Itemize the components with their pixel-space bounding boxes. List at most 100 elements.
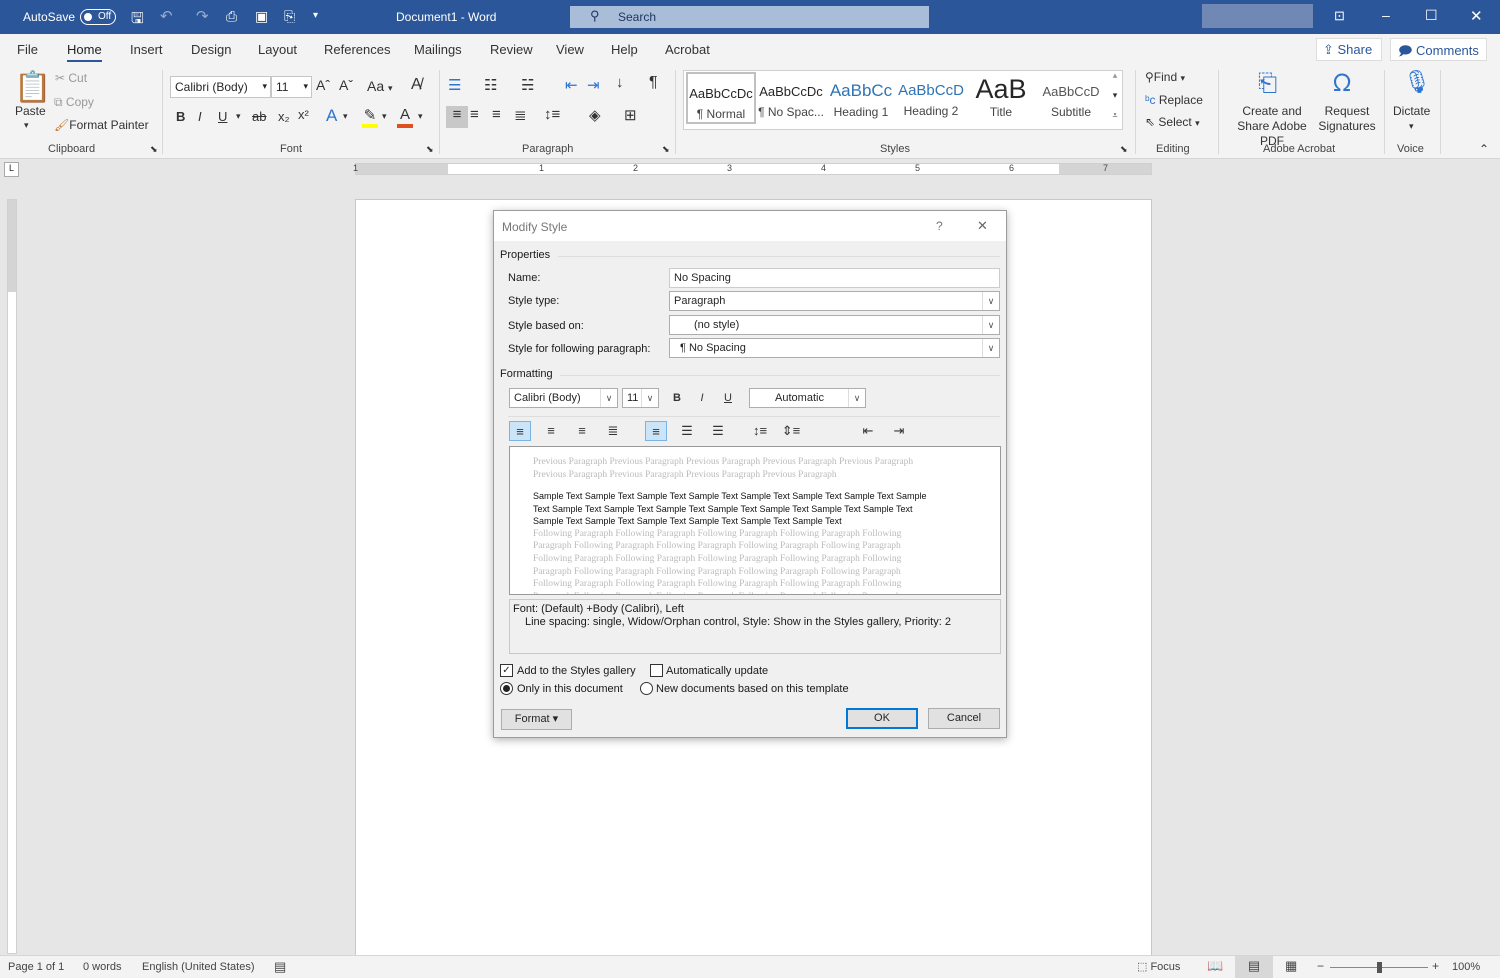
save-icon[interactable]: 🖫 — [131, 8, 144, 33]
style-heading-2[interactable]: AaBbCcD Heading 2 — [896, 72, 966, 124]
shrink-font-icon[interactable]: Aˇ — [339, 77, 353, 93]
sort-icon[interactable]: ↓ — [616, 74, 624, 91]
line-spacing-icon[interactable]: ↕≡ — [544, 106, 560, 123]
decrease-indent-icon[interactable]: ⇤ — [857, 421, 879, 441]
page-count[interactable]: Page 1 of 1 — [8, 961, 64, 973]
zoom-out-button[interactable]: − — [1317, 959, 1324, 973]
text-effects-icon[interactable]: A — [326, 106, 337, 126]
search-box[interactable]: ⚲ Search — [570, 6, 929, 28]
bold-button[interactable]: B — [176, 109, 185, 124]
font-color-icon[interactable]: A — [397, 106, 413, 128]
dialog-launcher-icon[interactable]: ⬊ — [150, 144, 158, 155]
style-based-on-select[interactable]: (no style) ∨ — [669, 315, 1000, 335]
style-title[interactable]: AaB Title — [966, 72, 1036, 124]
chevron-down-icon[interactable]: ▾ — [1409, 121, 1414, 132]
tab-design[interactable]: Design — [191, 42, 231, 57]
chevron-down-icon[interactable]: ▾ — [418, 111, 423, 122]
contact-icon[interactable]: ▣ — [255, 8, 268, 25]
copy-button[interactable]: ⧉ Copy — [54, 95, 94, 110]
single-spacing-button[interactable]: ≡ — [645, 421, 667, 441]
find-button[interactable]: ⚲Find ▾ — [1145, 70, 1185, 84]
tab-acrobat[interactable]: Acrobat — [665, 42, 710, 57]
increase-paragraph-spacing-icon[interactable]: ↕≡ — [749, 421, 771, 441]
zoom-in-button[interactable]: + — [1432, 959, 1439, 973]
zoom-slider[interactable] — [1330, 962, 1428, 973]
style-heading-1[interactable]: AaBbCc Heading 1 — [826, 72, 896, 124]
strikethrough-button[interactable]: ab — [252, 109, 266, 124]
collapse-ribbon-icon[interactable]: ⌃ — [1479, 142, 1489, 156]
horizontal-ruler[interactable]: 1 1 2 3 4 5 6 7 — [353, 163, 1152, 175]
dialog-font-select[interactable]: Calibri (Body) ∨ — [509, 388, 618, 408]
increase-indent-icon[interactable]: ⇥ — [587, 76, 600, 94]
underline-dropdown-icon[interactable]: ▾ — [236, 111, 241, 122]
chevron-down-icon[interactable]: ▾ — [382, 111, 387, 122]
auto-update-checkbox[interactable] — [650, 664, 663, 677]
tab-file[interactable]: File — [17, 42, 38, 57]
customize-toolbar-icon[interactable]: ▾ — [313, 10, 318, 21]
show-marks-icon[interactable]: ¶ — [649, 74, 658, 92]
dialog-bold-button[interactable]: B — [666, 388, 688, 408]
dialog-italic-button[interactable]: I — [691, 388, 713, 408]
new-documents-radio[interactable] — [640, 682, 653, 695]
only-this-document-radio[interactable] — [500, 682, 513, 695]
superscript-button[interactable]: x² — [298, 107, 309, 122]
style-subtitle[interactable]: AaBbCcD Subtitle — [1036, 72, 1106, 124]
tab-view[interactable]: View — [556, 42, 584, 57]
dialog-close-button[interactable]: ✕ — [977, 218, 988, 234]
italic-button[interactable]: I — [198, 109, 202, 124]
dialog-underline-button[interactable]: U — [717, 388, 739, 408]
focus-button[interactable]: ⬚ Focus — [1137, 960, 1180, 973]
numbering-icon[interactable]: ☷ — [484, 76, 497, 94]
web-layout-icon[interactable]: ▦ — [1285, 958, 1297, 974]
help-button[interactable]: ? — [936, 219, 943, 233]
signature-icon[interactable]: ᘯ — [1333, 70, 1351, 98]
following-paragraph-select[interactable]: ¶ No Spacing ∨ — [669, 338, 1000, 358]
style-normal[interactable]: AaBbCcDc ¶ Normal — [686, 72, 756, 124]
dialog-launcher-icon[interactable]: ⬊ — [426, 144, 434, 155]
print-icon[interactable]: ⎙ — [226, 8, 237, 25]
font-size-combo[interactable]: 11 ▾ — [271, 76, 312, 98]
paste-icon[interactable]: 📋 — [14, 70, 51, 105]
dialog-align-right-button[interactable]: ≡ — [571, 421, 593, 441]
more-styles-icon[interactable]: ⩡ — [1108, 110, 1122, 121]
change-case-button[interactable]: Aa ▾ — [367, 78, 393, 94]
vertical-ruler[interactable] — [7, 199, 17, 954]
create-pdf-icon[interactable]: ⎗ — [1258, 70, 1277, 98]
tab-layout[interactable]: Layout — [258, 42, 297, 57]
zoom-level[interactable]: 100% — [1452, 961, 1480, 973]
dialog-size-select[interactable]: 11 ∨ — [622, 388, 659, 408]
dialog-align-center-button[interactable]: ≡ — [540, 421, 562, 441]
dialog-align-left-button[interactable]: ≡ — [509, 421, 531, 441]
clear-formatting-icon[interactable]: A̸ — [411, 76, 422, 94]
scroll-up-icon[interactable]: ▴ — [1108, 70, 1122, 81]
tab-home[interactable]: Home — [67, 42, 102, 62]
account-avatar[interactable] — [1202, 4, 1313, 28]
paste-dropdown-icon[interactable]: ▾ — [24, 120, 29, 131]
chevron-down-icon[interactable]: ▾ — [343, 111, 348, 122]
tab-selector[interactable]: L — [4, 162, 19, 177]
subscript-button[interactable]: x₂ — [278, 109, 290, 124]
highlight-icon[interactable]: ✎ — [362, 106, 378, 128]
tab-mailings[interactable]: Mailings — [414, 42, 462, 57]
minimize-icon[interactable]: – — [1382, 7, 1390, 23]
ribbon-display-icon[interactable]: ⊡ — [1334, 8, 1345, 24]
name-input[interactable]: No Spacing — [669, 268, 1000, 288]
dialog-launcher-icon[interactable]: ⬊ — [662, 144, 670, 155]
decrease-paragraph-spacing-icon[interactable]: ⇕≡ — [780, 421, 802, 441]
double-spacing-button[interactable]: ☰ — [707, 421, 729, 441]
decrease-indent-icon[interactable]: ⇤ — [565, 76, 578, 94]
tab-help[interactable]: Help — [611, 42, 638, 57]
style-no-spacing[interactable]: AaBbCcDc ¶ No Spac... — [756, 72, 826, 124]
tab-references[interactable]: References — [324, 42, 390, 57]
shading-icon[interactable]: ◈ — [589, 106, 601, 124]
font-color-select[interactable]: Automatic ∨ — [749, 388, 866, 408]
print-preview-icon[interactable]: ⎘ — [284, 8, 295, 25]
format-painter-button[interactable]: 🖌Format Painter — [54, 118, 149, 132]
share-button[interactable]: ⇪ Share — [1316, 38, 1382, 61]
dialog-justify-button[interactable]: ≣ — [602, 421, 624, 441]
dialog-launcher-icon[interactable]: ⬊ — [1120, 144, 1128, 155]
bullets-icon[interactable]: ☰ — [448, 76, 461, 94]
zoom-slider-thumb[interactable] — [1377, 962, 1382, 973]
underline-button[interactable]: U — [218, 109, 227, 124]
redo-icon[interactable]: ↷ — [196, 7, 209, 25]
